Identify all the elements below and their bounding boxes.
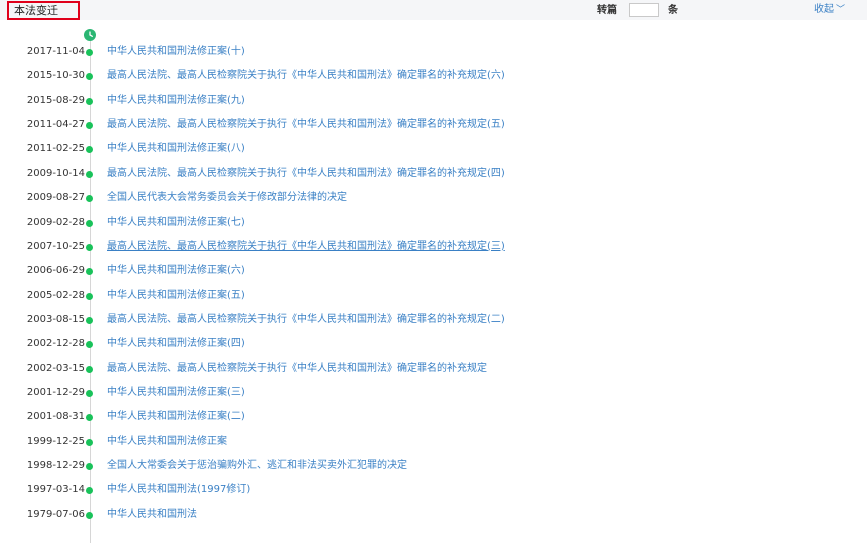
event-title-link[interactable]: 中华人民共和国刑法 — [107, 506, 197, 524]
event-date: 2017-11-04 — [26, 46, 85, 57]
timeline-dot — [86, 487, 93, 495]
event-title-link[interactable]: 最高人民法院、最高人民检察院关于执行《中华人民共和国刑法》确定罪名的补充规定(六… — [107, 67, 505, 85]
timeline-event: 2017-11-04 中华人民共和国刑法修正案(十) — [0, 43, 867, 61]
event-date: 2001-08-31 — [26, 411, 85, 423]
event-date: 2001-12-29 — [26, 386, 85, 398]
event-date: 2006-06-29 — [26, 265, 85, 277]
timeline-dot — [86, 122, 93, 130]
timeline-event: 2003-08-15 最高人民法院、最高人民检察院关于执行《中华人民共和国刑法》确… — [0, 311, 867, 329]
event-date: 2005-02-28 — [26, 289, 85, 301]
timeline-events: 2017-11-04 中华人民共和国刑法修正案(十) 2015-10-30 最高人民法… — [0, 0, 867, 543]
event-title-link[interactable]: 全国人民代表大会常务委员会关于修改部分法律的决定 — [107, 189, 347, 207]
timeline-event: 2011-04-27 最高人民法院、最高人民检察院关于执行《中华人民共和国刑法》确… — [0, 116, 867, 134]
timeline-dot — [86, 414, 93, 422]
timeline-dot — [86, 73, 93, 81]
event-title-link[interactable]: 中华人民共和国刑法修正案(六) — [107, 262, 245, 280]
event-title-link[interactable]: 最高人民法院、最高人民检察院关于执行《中华人民共和国刑法》确定罪名的补充规定(三… — [107, 238, 505, 256]
event-title-link[interactable]: 中华人民共和国刑法修正案(九) — [107, 92, 245, 110]
event-date: 1979-07-06 — [26, 508, 85, 520]
timeline-dot — [86, 170, 93, 178]
timeline-dot — [86, 365, 93, 373]
event-title-link[interactable]: 中华人民共和国刑法(1997修订) — [107, 481, 250, 499]
timeline-dot — [86, 341, 93, 349]
event-title-link[interactable]: 中华人民共和国刑法修正案(三) — [107, 384, 245, 402]
event-title-link[interactable]: 中华人民共和国刑法修正案(四) — [107, 335, 245, 353]
event-date: 1997-03-14 — [26, 484, 85, 496]
event-title-link[interactable]: 最高人民法院、最高人民检察院关于执行《中华人民共和国刑法》确定罪名的补充规定(五… — [107, 116, 505, 134]
timeline-event: 2009-02-28 中华人民共和国刑法修正案(七) — [0, 214, 867, 232]
event-title-link[interactable]: 中华人民共和国刑法修正案(十) — [107, 43, 245, 61]
timeline-dot — [86, 268, 93, 276]
timeline-event: 2005-02-28 中华人民共和国刑法修正案(五) — [0, 287, 867, 305]
event-date: 1999-12-25 — [26, 435, 85, 447]
timeline-dot — [86, 146, 93, 154]
timeline-dot — [86, 511, 93, 519]
timeline-event: 1999-12-25 中华人民共和国刑法修正案 — [0, 433, 867, 451]
timeline-event: 2002-03-15 最高人民法院、最高人民检察院关于执行《中华人民共和国刑法》确… — [0, 360, 867, 378]
event-date: 2011-02-25 — [26, 143, 85, 155]
event-title-link[interactable]: 中华人民共和国刑法修正案(五) — [107, 287, 245, 305]
event-date: 2011-04-27 — [26, 119, 85, 131]
timeline-event: 2002-12-28 中华人民共和国刑法修正案(四) — [0, 335, 867, 353]
timeline-event: 2001-08-31 中华人民共和国刑法修正案(二) — [0, 408, 867, 426]
timeline-event: 2015-08-29 中华人民共和国刑法修正案(九) — [0, 92, 867, 110]
event-date: 2007-10-25 — [26, 240, 85, 252]
timeline-dot — [86, 219, 93, 227]
event-title-link[interactable]: 最高人民法院、最高人民检察院关于执行《中华人民共和国刑法》确定罪名的补充规定 — [107, 360, 487, 378]
timeline-dot — [86, 292, 93, 300]
timeline-event: 1979-07-06 中华人民共和国刑法 — [0, 506, 867, 524]
timeline-event: 2007-10-25 最高人民法院、最高人民检察院关于执行《中华人民共和国刑法》确… — [0, 238, 867, 256]
timeline-event: 2009-08-27 全国人民代表大会常务委员会关于修改部分法律的决定 — [0, 189, 867, 207]
timeline-dot — [86, 195, 93, 203]
timeline-dot — [86, 438, 93, 446]
event-date: 2015-10-30 — [26, 70, 85, 82]
timeline-dot — [86, 97, 93, 105]
event-title-link[interactable]: 全国人大常委会关于惩治骗购外汇、逃汇和非法买卖外汇犯罪的决定 — [107, 457, 407, 475]
event-title-link[interactable]: 中华人民共和国刑法修正案(二) — [107, 408, 245, 426]
timeline-dot — [86, 49, 93, 56]
event-title-link[interactable]: 最高人民法院、最高人民检察院关于执行《中华人民共和国刑法》确定罪名的补充规定(二… — [107, 311, 505, 329]
timeline-event: 2001-12-29 中华人民共和国刑法修正案(三) — [0, 384, 867, 402]
event-date: 2009-10-14 — [26, 167, 85, 179]
event-date: 2002-03-15 — [26, 362, 85, 374]
event-title-link[interactable]: 最高人民法院、最高人民检察院关于执行《中华人民共和国刑法》确定罪名的补充规定(四… — [107, 165, 505, 183]
timeline-event: 2009-10-14 最高人民法院、最高人民检察院关于执行《中华人民共和国刑法》确… — [0, 165, 867, 183]
event-title-link[interactable]: 中华人民共和国刑法修正案 — [107, 433, 227, 451]
event-date: 2003-08-15 — [26, 313, 85, 325]
timeline-dot — [86, 243, 93, 251]
timeline-event: 2006-06-29 中华人民共和国刑法修正案(六) — [0, 262, 867, 280]
event-date: 1998-12-29 — [26, 460, 85, 471]
law-history-panel: 本法变迁 转篇 条 收起 ﹀ 2017-11-04 中华人民共和国刑法修正案(十) 2… — [0, 0, 867, 543]
event-title-link[interactable]: 中华人民共和国刑法修正案(七) — [107, 214, 245, 232]
timeline-event: 2011-02-25 中华人民共和国刑法修正案(八) — [0, 140, 867, 158]
timeline-dot — [86, 316, 93, 324]
timeline-event: 1998-12-29 全国人大常委会关于惩治骗购外汇、逃汇和非法买卖外汇犯罪的决定 — [0, 457, 867, 475]
timeline-event: 2015-10-30 最高人民法院、最高人民检察院关于执行《中华人民共和国刑法》确… — [0, 67, 867, 85]
timeline-event: 1997-03-14 中华人民共和国刑法(1997修订) — [0, 481, 867, 499]
event-date: 2015-08-29 — [26, 94, 85, 106]
event-title-link[interactable]: 中华人民共和国刑法修正案(八) — [107, 140, 245, 158]
event-date: 2009-02-28 — [26, 216, 85, 228]
timeline-dot — [86, 389, 93, 397]
event-date: 2002-12-28 — [26, 338, 85, 350]
event-date: 2009-08-27 — [26, 192, 85, 204]
timeline-dot — [86, 463, 93, 470]
